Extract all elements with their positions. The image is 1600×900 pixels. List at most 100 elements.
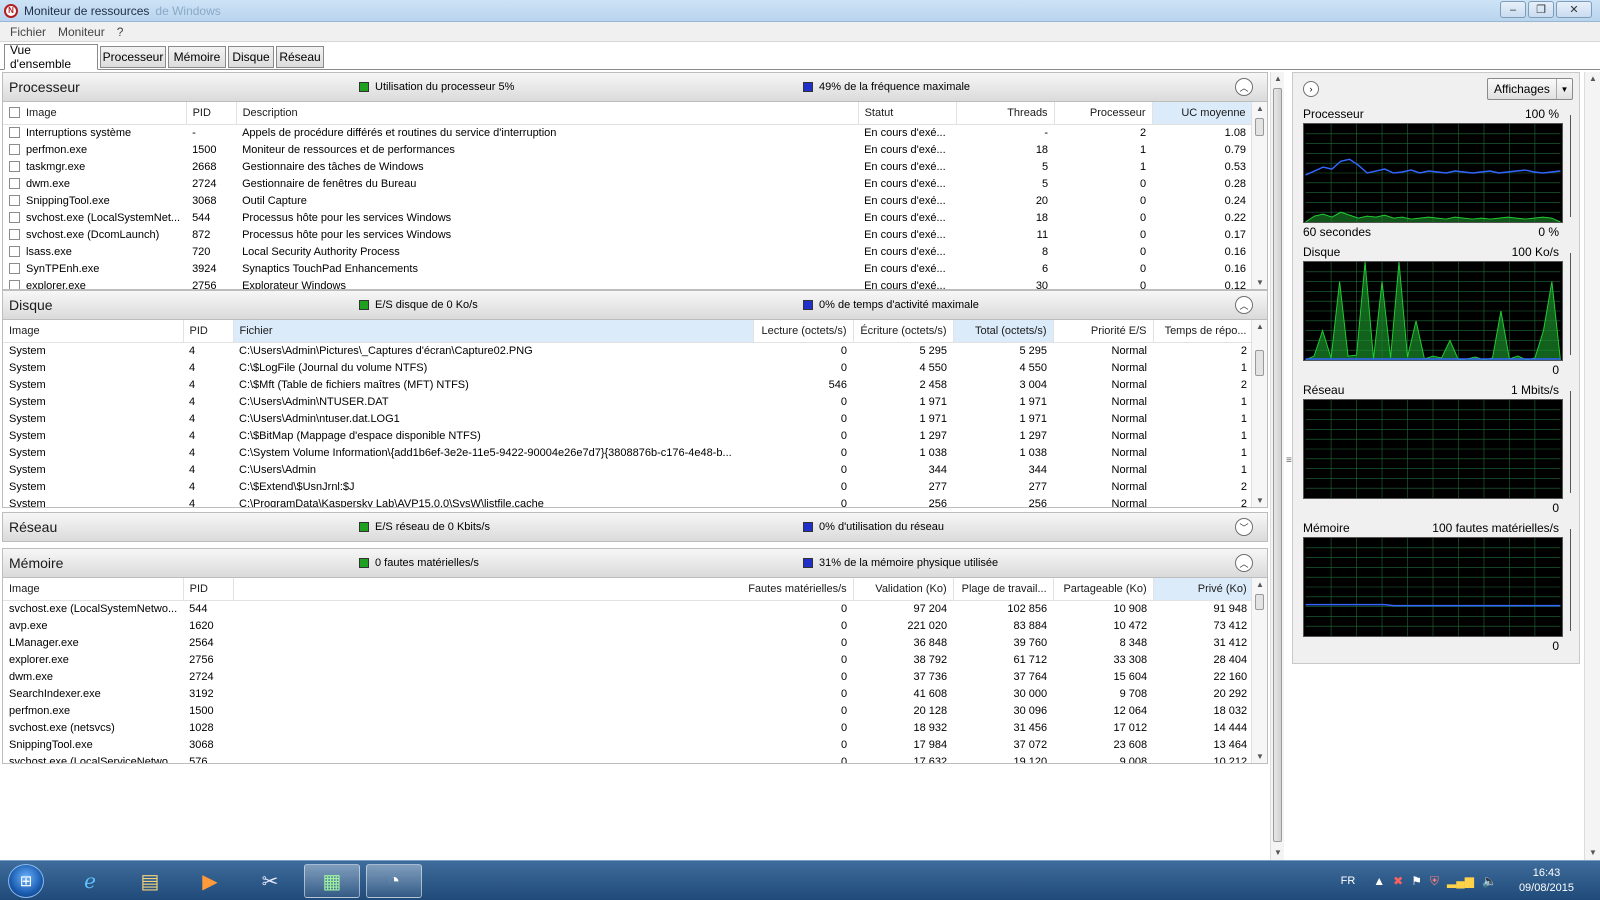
scroll-up-arrow-icon[interactable]: ▲ [1585, 72, 1600, 86]
scrollbar-thumb[interactable] [1255, 594, 1264, 610]
cpu-header-processor[interactable]: Processeur [1054, 102, 1153, 125]
tab-processor[interactable]: Processeur [100, 46, 166, 68]
mem-row[interactable]: SnippingTool.exe 3068 0 17 984 37 072 23 608 1… [3, 736, 1253, 753]
scrollbar-thumb[interactable] [1255, 118, 1264, 136]
memory-section-header[interactable]: Mémoire 0 fautes matérielles/s 31% de la… [2, 548, 1268, 578]
maximize-button[interactable]: ❐ [1528, 1, 1554, 18]
network-section-header[interactable]: Réseau E/S réseau de 0 Kbits/s 0% d'util… [2, 512, 1268, 542]
disk-row[interactable]: System 4 C:\$Mft (Table de fichiers maître… [3, 376, 1253, 393]
resource-monitor-app-icon[interactable]: N [4, 3, 18, 18]
row-checkbox[interactable] [9, 126, 20, 138]
disk-collapse-chevron-up-icon[interactable]: ︿ [1235, 296, 1253, 314]
mem-row[interactable]: explorer.exe 2756 0 38 792 61 712 33 308 28 40… [3, 651, 1253, 668]
disk-header-response-time[interactable]: Temps de répo... [1153, 320, 1254, 343]
cpu-table-scrollbar[interactable]: ▲ ▼ [1251, 102, 1267, 289]
main-scrollbar-thumb[interactable] [1273, 88, 1282, 842]
disk-row[interactable]: System 4 C:\Users\Admin 0 344 344 Normal 1 [3, 461, 1253, 478]
scroll-down-arrow-icon[interactable]: ▼ [1252, 750, 1267, 763]
cpu-row[interactable]: svchost.exe (LocalSystemNet... 544 Process… [3, 209, 1252, 226]
disk-section-header[interactable]: Disque E/S disque de 0 Ko/s 0% de temps … [2, 290, 1268, 320]
row-checkbox[interactable] [9, 177, 20, 189]
row-checkbox[interactable] [9, 160, 20, 172]
mem-header-working-set[interactable]: Plage de travail... [953, 578, 1054, 601]
mem-header-hard-faults[interactable]: Fautes matérielles/s [233, 578, 854, 601]
disk-header-pid[interactable]: PID [183, 320, 234, 343]
cpu-header-pid[interactable]: PID [186, 102, 237, 125]
performance-monitor-icon[interactable]: ▦ [304, 864, 360, 898]
scrollbar-thumb[interactable] [1255, 350, 1264, 376]
file-explorer-icon[interactable]: ▤ [122, 864, 178, 898]
right-window-scrollbar[interactable]: ▲ ▼ [1584, 72, 1600, 860]
row-checkbox[interactable] [9, 211, 20, 223]
disk-row[interactable]: System 4 C:\Users\Admin\Pictures\_Captures… [3, 342, 1253, 359]
collapse-panel-chevron-right-icon[interactable]: › [1303, 81, 1319, 97]
scroll-up-arrow-icon[interactable]: ▲ [1252, 578, 1267, 592]
mem-header-private[interactable]: Privé (Ko) [1153, 578, 1254, 601]
disk-row[interactable]: System 4 C:\Users\Admin\ntuser.dat.LOG1 0 1 … [3, 410, 1253, 427]
cpu-header-threads[interactable]: Threads [956, 102, 1055, 125]
row-checkbox[interactable] [9, 245, 20, 257]
network-expand-chevron-down-icon[interactable]: ﹀ [1235, 518, 1253, 536]
scroll-up-arrow-icon[interactable]: ▲ [1252, 320, 1267, 334]
media-player-icon[interactable]: ▶ [182, 864, 238, 898]
cpu-row[interactable]: dwm.exe 2724 Gestionnaire de fenêtres du B… [3, 175, 1252, 192]
cpu-header-status[interactable]: Statut [858, 102, 957, 125]
clock[interactable]: 16:43 09/08/2015 [1519, 866, 1574, 896]
action-center-flag-icon[interactable]: ⚑ [1411, 874, 1422, 888]
views-dropdown[interactable]: Affichages ▼ [1487, 78, 1573, 100]
memory-collapse-chevron-up-icon[interactable]: ︿ [1235, 554, 1253, 572]
cpu-row[interactable]: SnippingTool.exe 3068 Outil Capture En cour… [3, 192, 1252, 209]
select-all-checkbox[interactable] [9, 106, 20, 118]
mem-header-commit[interactable]: Validation (Ko) [853, 578, 954, 601]
cpu-row[interactable]: taskmgr.exe 2668 Gestionnaire des tâches d… [3, 158, 1252, 175]
internet-explorer-icon[interactable]: ℯ [62, 864, 118, 898]
menu-file[interactable]: Fichier [4, 25, 52, 39]
row-checkbox[interactable] [9, 143, 20, 155]
cpu-row[interactable]: Interruptions système - Appels de procédur… [3, 124, 1252, 141]
mem-header-shareable[interactable]: Partageable (Ko) [1053, 578, 1154, 601]
disk-header-write[interactable]: Écriture (octets/s) [853, 320, 954, 343]
resource-monitor-icon[interactable]: ◔ [366, 864, 422, 898]
mem-row[interactable]: dwm.exe 2724 0 37 736 37 764 15 604 22 160 [3, 668, 1253, 685]
security-icon[interactable]: ⛨ [1430, 874, 1439, 889]
row-checkbox[interactable] [9, 228, 20, 240]
cpu-row[interactable]: explorer.exe 2756 Explorateur Windows En co… [3, 277, 1252, 289]
disk-header-io-priority[interactable]: Priorité E/S [1053, 320, 1154, 343]
volume-icon[interactable]: 🔈 [1482, 874, 1497, 888]
cpu-row[interactable]: svchost.exe (DcomLaunch) 872 Processus hôt… [3, 226, 1252, 243]
tab-disk[interactable]: Disque [228, 46, 274, 68]
mem-row[interactable]: svchost.exe (LocalServiceNetwo... 576 0 17 … [3, 753, 1253, 764]
disk-header-image[interactable]: Image [3, 320, 184, 343]
disk-row[interactable]: System 4 C:\System Volume Information\{add… [3, 444, 1253, 461]
disk-row[interactable]: System 4 C:\$LogFile (Journal du volume NT… [3, 359, 1253, 376]
tab-memory[interactable]: Mémoire [168, 46, 226, 68]
mem-row[interactable]: avp.exe 1620 0 221 020 83 884 10 472 73 412 [3, 617, 1253, 634]
tab-network[interactable]: Réseau [276, 46, 324, 68]
close-button[interactable]: ✕ [1556, 1, 1592, 18]
row-checkbox[interactable] [9, 279, 20, 289]
mem-row[interactable]: SearchIndexer.exe 3192 0 41 608 30 000 9 708 2… [3, 685, 1253, 702]
disk-header-file[interactable]: Fichier [233, 320, 754, 343]
mem-row[interactable]: svchost.exe (LocalSystemNetwo... 544 0 97 2… [3, 600, 1253, 617]
row-checkbox[interactable] [9, 262, 20, 274]
antivirus-icon[interactable]: ✖ [1393, 874, 1403, 888]
scroll-down-arrow-icon[interactable]: ▼ [1271, 846, 1285, 860]
cpu-row[interactable]: lsass.exe 720 Local Security Authority Pro… [3, 243, 1252, 260]
mem-header-pid[interactable]: PID [183, 578, 234, 601]
mem-row[interactable]: perfmon.exe 1500 0 20 128 30 096 12 064 18 032 [3, 702, 1253, 719]
menu-monitor[interactable]: Moniteur [52, 25, 111, 39]
cpu-row[interactable]: perfmon.exe 1500 Moniteur de ressources et… [3, 141, 1252, 158]
disk-row[interactable]: System 4 C:\ProgramData\Kaspersky Lab\AVP1… [3, 495, 1253, 508]
disk-row[interactable]: System 4 C:\Users\Admin\NTUSER.DAT 0 1 971 1 … [3, 393, 1253, 410]
cpu-section-header[interactable]: Processeur Utilisation du processeur 5% … [2, 72, 1268, 102]
main-scrollbar[interactable]: ▲ ▼ [1270, 72, 1284, 860]
disk-table-scrollbar[interactable]: ▲ ▼ [1251, 320, 1267, 507]
cpu-header-avg-cpu[interactable]: UC moyenne [1152, 102, 1253, 125]
scroll-up-arrow-icon[interactable]: ▲ [1271, 72, 1285, 86]
scroll-up-arrow-icon[interactable]: ▲ [1252, 102, 1267, 116]
mem-row[interactable]: LManager.exe 2564 0 36 848 39 760 8 348 31 412 [3, 634, 1253, 651]
scroll-down-arrow-icon[interactable]: ▼ [1252, 276, 1267, 289]
language-indicator[interactable]: FR [1341, 875, 1356, 887]
disk-header-read[interactable]: Lecture (octets/s) [753, 320, 854, 343]
cpu-row[interactable]: SynTPEnh.exe 3924 Synaptics TouchPad Enhan… [3, 260, 1252, 277]
